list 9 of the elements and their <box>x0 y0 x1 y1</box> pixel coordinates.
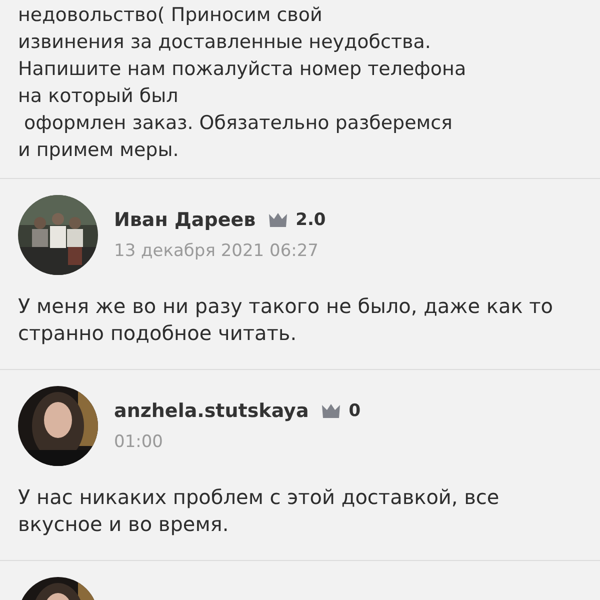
comment-text: У нас никаких проблем с этой доставкой, все вкусное и во время. <box>18 484 500 538</box>
review-date: 13 декабря 2021 06:27 <box>114 240 320 262</box>
author-name: Иван Дареев <box>114 208 256 233</box>
comment-text: У меня же во ни разу такого не было, даже как то странно подобное читать. <box>18 293 554 347</box>
review-date: 01:00 <box>114 430 164 454</box>
author-name: anzhela.stutskaya <box>114 399 309 424</box>
reply-text: недовольство( Приносим свой извинения за доставленные неудобства. Напишите нам пожалуйста номер телефона на который был оформлен заказ. Обязательно разберемся и примем меры. <box>17 3 468 163</box>
rating: 0 <box>348 400 361 422</box>
rating: 2.0 <box>296 208 326 232</box>
